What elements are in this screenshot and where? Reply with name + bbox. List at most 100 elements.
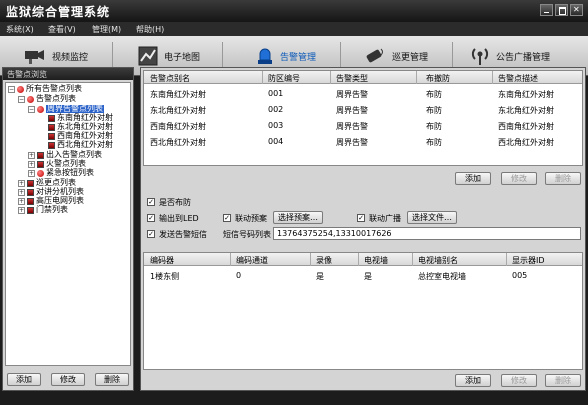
tree-node-southeast-ir[interactable]: 东南角红外对射	[48, 114, 113, 122]
tree-node-all-alarm-points[interactable]: − 所有告警点列表	[8, 85, 82, 93]
tool-alarm-management[interactable]: 告警管理	[256, 42, 316, 70]
menu-help[interactable]: 帮助(H)	[136, 24, 164, 35]
column-header[interactable]: 告警点描述	[498, 73, 538, 84]
linked-preset-checkbox[interactable]: ✓	[223, 214, 231, 222]
table-header: 告警点别名 防区编号 告警类型 布撤防 告警点描述	[144, 71, 582, 84]
tree-node-alarm-points[interactable]: − 告警点列表	[18, 95, 76, 103]
column-header[interactable]: 电视墙别名	[418, 255, 458, 266]
expand-icon[interactable]: +	[28, 160, 35, 168]
column-header[interactable]: 告警类型	[336, 73, 368, 84]
toolbar-divider	[112, 42, 113, 70]
add-alarm-button[interactable]: 添加	[455, 172, 491, 185]
add-button[interactable]: 添加	[7, 373, 41, 386]
expand-icon[interactable]: +	[18, 206, 25, 214]
delete-alarm-button[interactable]: 删除	[545, 172, 581, 185]
edit-tv-button[interactable]: 修改	[501, 374, 537, 387]
choose-file-button[interactable]: 选择文件…	[407, 211, 457, 224]
collapse-icon[interactable]: −	[18, 95, 25, 103]
collapse-icon[interactable]: −	[8, 85, 15, 93]
arm-checkbox[interactable]: ✓	[147, 198, 155, 206]
tool-broadcast-management[interactable]: 公告广播管理	[470, 42, 550, 70]
table-row[interactable]: 东北角红外对射 002 周界告警 布防 东北角红外对射	[144, 103, 582, 115]
expand-icon[interactable]: +	[18, 197, 25, 205]
delete-tv-button[interactable]: 删除	[545, 374, 581, 387]
choose-preset-button[interactable]: 选择预案…	[273, 211, 323, 224]
expand-icon[interactable]: +	[18, 179, 25, 187]
tree-node-northwest-ir[interactable]: 西北角红外对射	[48, 141, 113, 149]
tree-node-fire-alarms[interactable]: + 火警点列表	[28, 160, 86, 168]
lightning-icon	[27, 197, 34, 205]
tree-node-entry-exit-alarms[interactable]: + 出入告警点列表	[28, 151, 102, 159]
sms-list-label: 短信号码列表	[223, 230, 271, 239]
table-header: 编码器 编码通道 录像 电视墙 电视墙别名 显示器ID	[144, 253, 582, 266]
table-row[interactable]: 西南角红外对射 003 周界告警 布防 西南角红外对射	[144, 119, 582, 131]
tool-electronic-map[interactable]: 电子地图	[138, 42, 200, 70]
column-divider	[330, 71, 331, 84]
edit-alarm-button[interactable]: 修改	[501, 172, 537, 185]
tv-wall-table: 编码器 编码通道 录像 电视墙 电视墙别名 显示器ID 1楼东侧 0 是 是 总…	[143, 252, 583, 370]
tree-node-northeast-ir[interactable]: 东北角红外对射	[48, 123, 113, 131]
column-header[interactable]: 电视墙	[364, 255, 388, 266]
send-sms-label: 发送告警短信	[159, 230, 207, 239]
column-header[interactable]: 显示器ID	[512, 255, 545, 266]
close-icon[interactable]	[570, 4, 583, 16]
column-divider	[506, 253, 507, 266]
table-row[interactable]: 西北角红外对射 004 周界告警 布防 西北角红外对射	[144, 135, 582, 147]
expand-icon[interactable]: +	[28, 151, 35, 159]
edit-button[interactable]: 修改	[51, 373, 85, 386]
linked-broadcast-label: 联动广播	[369, 214, 401, 223]
collapse-icon[interactable]: −	[28, 105, 35, 113]
send-sms-checkbox[interactable]: ✓	[147, 230, 155, 238]
arm-label: 是否布防	[159, 198, 191, 207]
column-header[interactable]: 编码器	[150, 255, 174, 266]
add-tv-button[interactable]: 添加	[455, 374, 491, 387]
alarm-point-icon	[17, 85, 24, 93]
tree-node-perimeter-alarm-points[interactable]: − 周界告警点列表	[28, 105, 104, 113]
tree-node-southwest-ir[interactable]: 西南角红外对射	[48, 132, 113, 140]
toolbar-divider	[222, 42, 223, 70]
infrared-sensor-icon	[48, 132, 55, 140]
alarm-point-browser: 告警点浏览 − 所有告警点列表 − 告警点列表 − 周界告警点列表 东南角红外对…	[2, 67, 134, 391]
tool-video-monitoring[interactable]: 视频监控	[24, 42, 88, 70]
maximize-icon[interactable]	[555, 4, 568, 16]
column-header[interactable]: 告警点别名	[150, 73, 190, 84]
linked-broadcast-checkbox[interactable]: ✓	[357, 214, 365, 222]
column-header[interactable]: 录像	[316, 255, 332, 266]
table-row[interactable]: 1楼东侧 0 是 是 总控室电视墙 005	[144, 269, 582, 281]
column-header[interactable]: 编码通道	[236, 255, 268, 266]
column-divider	[358, 253, 359, 266]
column-divider	[230, 253, 231, 266]
patrol-icon	[366, 48, 383, 63]
broadcast-icon	[471, 48, 489, 65]
expand-icon[interactable]: +	[18, 188, 25, 196]
tree-buttons: 添加 修改 删除	[5, 371, 131, 387]
door-icon	[27, 206, 34, 214]
minimize-icon[interactable]	[540, 4, 553, 16]
expand-icon[interactable]: +	[28, 169, 35, 177]
status-bar	[0, 393, 588, 405]
alarm-point-table: 告警点别名 防区编号 告警类型 布撤防 告警点描述 东南角红外对射 001 周界…	[143, 70, 583, 166]
tree-node-emergency-buttons[interactable]: + 紧急按钮列表	[28, 169, 94, 177]
tree-node-access-control[interactable]: + 门禁列表	[18, 206, 68, 214]
column-header[interactable]: 防区编号	[268, 73, 300, 84]
sms-numbers-input[interactable]: 13764375254,13310017626	[273, 227, 581, 240]
menu-view[interactable]: 查看(V)	[48, 24, 76, 35]
door-alarm-icon	[37, 151, 44, 159]
menu-bar: 系统(X) 查看(V) 管理(M) 帮助(H)	[0, 22, 588, 36]
table-row[interactable]: 东南角红外对射 001 周界告警 布防 东南角红外对射	[144, 87, 582, 99]
column-header[interactable]: 布撤防	[426, 73, 450, 84]
tool-patrol-management[interactable]: 巡更管理	[364, 42, 428, 70]
tree-node-high-voltage-grid[interactable]: + 高压电网列表	[18, 197, 84, 205]
alarm-light-icon	[258, 48, 272, 64]
output-led-checkbox[interactable]: ✓	[147, 214, 155, 222]
toolbar-divider	[340, 42, 341, 70]
alarm-detail-panel: 告警点别名 防区编号 告警类型 布撤防 告警点描述 东南角红外对射 001 周界…	[140, 67, 586, 391]
tree-node-patrol-points[interactable]: + 巡更点列表	[18, 179, 76, 187]
column-divider	[412, 253, 413, 266]
map-icon	[138, 46, 158, 66]
menu-system[interactable]: 系统(X)	[6, 24, 34, 35]
delete-button[interactable]: 删除	[95, 373, 129, 386]
menu-manage[interactable]: 管理(M)	[92, 24, 121, 35]
tree-node-intercom-extensions[interactable]: + 对讲分机列表	[18, 188, 84, 196]
alarm-options: ✓ 是否布防 ✓ 输出到LED ✓ 联动预案 选择预案… ✓ 联动广播 选择文件…	[141, 196, 587, 258]
